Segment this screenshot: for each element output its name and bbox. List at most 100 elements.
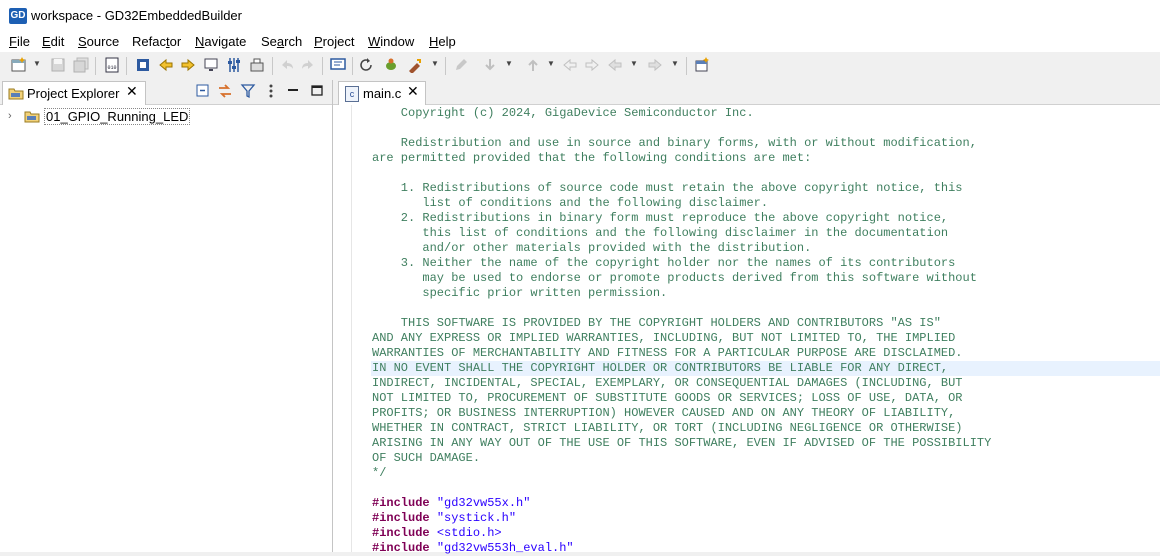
undo-icon[interactable] [279, 57, 295, 73]
previous-edit-icon[interactable] [158, 57, 174, 73]
include-path: "gd32vw55x.h" [436, 496, 531, 510]
menu-search[interactable]: Search [261, 34, 302, 49]
close-icon[interactable]: ✕ [407, 83, 419, 100]
code-line: this list of conditions and the followin… [372, 226, 949, 240]
forward-edit-location-icon[interactable] [584, 57, 600, 73]
run-dropdown-icon[interactable]: ▼ [431, 59, 439, 68]
editor-tab-bar: c main.c ✕ [333, 80, 1160, 105]
include-keyword: #include [372, 511, 430, 525]
next-annotation-icon[interactable] [482, 57, 498, 73]
menu-source[interactable]: Source [78, 34, 119, 49]
open-perspective-icon[interactable] [694, 57, 710, 73]
back-icon[interactable] [607, 57, 623, 73]
code-line: WHETHER IN CONTRACT, STRICT LIABILITY, O… [372, 421, 963, 435]
next-edit-icon[interactable] [180, 57, 196, 73]
toolbar-separator [352, 57, 353, 75]
code-line: INDIRECT, INCIDENTAL, SPECIAL, EXEMPLARY… [372, 376, 963, 390]
pen-icon[interactable] [453, 57, 469, 73]
include-keyword: #include [372, 541, 430, 555]
last-edit-location-icon[interactable] [562, 57, 578, 73]
menu-navigate[interactable]: Navigate [195, 34, 246, 49]
debug-icon[interactable] [383, 57, 399, 73]
code-line: AND ANY EXPRESS OR IMPLIED WARRANTIES, I… [372, 331, 956, 345]
menu-refactor[interactable]: Refactor [132, 34, 181, 49]
code-line: are permitted provided that the followin… [372, 151, 812, 165]
device-icon[interactable] [249, 57, 265, 73]
menu-help[interactable]: Help [429, 34, 456, 49]
maximize-icon[interactable] [309, 83, 325, 99]
code-line: may be used to endorse or promote produc… [372, 271, 977, 285]
link-with-editor-icon[interactable] [217, 83, 233, 99]
code-line: */ [372, 466, 387, 480]
code-line: specific prior written permission. [372, 286, 668, 300]
view-menu-icon[interactable] [263, 83, 279, 99]
settings-sliders-icon[interactable] [226, 57, 242, 73]
redo-icon[interactable] [300, 57, 316, 73]
code-line: IN NO EVENT SHALL THE COPYRIGHT HOLDER O… [371, 361, 1160, 376]
code-line: 3. Neither the name of the copyright hol… [372, 256, 956, 270]
tab-label: main.c [363, 86, 402, 101]
toolbar-separator [322, 57, 323, 75]
include-line: #include "gd32vw553h_eval.h" [372, 541, 1160, 556]
include-path: "gd32vw553h_eval.h" [436, 541, 574, 555]
toolbar-separator [95, 57, 96, 75]
project-name: 01_GPIO_Running_LED [44, 108, 191, 125]
include-path: "systick.h" [436, 511, 517, 525]
code-text[interactable]: Copyright (c) 2024, GigaDevice Semicondu… [371, 106, 1160, 556]
window-title: workspace - GD32EmbeddedBuilder [31, 8, 242, 23]
previous-annotation-dropdown-icon[interactable]: ▼ [547, 59, 555, 68]
svg-text:010: 010 [108, 65, 117, 71]
tab-label: Project Explorer [27, 86, 120, 101]
console-icon[interactable] [330, 57, 346, 73]
include-keyword: #include [372, 496, 430, 510]
binary-icon[interactable]: 010 [104, 57, 120, 73]
menu-edit[interactable]: Edit [42, 34, 64, 49]
save-icon[interactable] [50, 57, 66, 73]
code-line: PROFITS; OR BUSINESS INTERRUPTION) HOWEV… [372, 406, 956, 420]
forward-icon[interactable] [647, 57, 663, 73]
include-path: <stdio.h> [436, 526, 502, 540]
include-line: #include "gd32vw55x.h" [372, 496, 1160, 511]
filter-icon[interactable] [240, 83, 256, 99]
run-tool-icon[interactable] [407, 57, 423, 73]
project-folder-icon [24, 111, 40, 123]
next-annotation-dropdown-icon[interactable]: ▼ [505, 59, 513, 68]
build-icon[interactable] [135, 57, 151, 73]
new-dropdown-icon[interactable]: ▼ [33, 59, 41, 68]
title-bar: GD workspace - GD32EmbeddedBuilder [0, 0, 1160, 32]
minimize-icon[interactable] [285, 83, 301, 99]
collapse-all-icon[interactable] [195, 83, 211, 99]
toolbar-separator [686, 57, 687, 75]
menu-window[interactable]: Window [368, 34, 414, 49]
menu-file[interactable]: File [9, 34, 30, 49]
code-line: WARRANTIES OF MERCHANTABILITY AND FITNES… [372, 346, 963, 360]
menu-project[interactable]: Project [314, 34, 354, 49]
close-icon[interactable]: ✕ [126, 83, 138, 100]
explorer-tab-bar: Project Explorer ✕ [0, 80, 332, 105]
save-all-icon[interactable] [73, 57, 89, 73]
forward-dropdown-icon[interactable]: ▼ [671, 59, 679, 68]
menu-bar: File Edit Source Refactor Navigate Searc… [0, 32, 1160, 52]
refresh-icon[interactable] [358, 57, 374, 73]
code-line: OF SUCH DAMAGE. [372, 451, 481, 465]
monitor-icon[interactable] [203, 57, 219, 73]
project-explorer-icon [8, 88, 24, 100]
project-explorer-panel: Project Explorer ✕ › 01_GPIO_Running_LED [0, 80, 333, 552]
app-logo: GD [9, 8, 27, 24]
tab-project-explorer[interactable]: Project Explorer ✕ [2, 81, 146, 105]
tab-main-c[interactable]: c main.c ✕ [338, 81, 426, 105]
expand-icon[interactable]: › [8, 110, 12, 122]
back-dropdown-icon[interactable]: ▼ [630, 59, 638, 68]
code-line: Copyright (c) 2024, GigaDevice Semicondu… [372, 106, 754, 120]
toolbar-separator [445, 57, 446, 75]
c-file-icon: c [345, 86, 359, 102]
code-line: 2. Redistributions in binary form must r… [372, 211, 949, 225]
new-icon[interactable] [11, 57, 27, 73]
previous-annotation-icon[interactable] [525, 57, 541, 73]
include-keyword: #include [372, 526, 430, 540]
editor-area: c main.c ✕ Copyright (c) 2024, GigaDevic… [333, 80, 1160, 555]
